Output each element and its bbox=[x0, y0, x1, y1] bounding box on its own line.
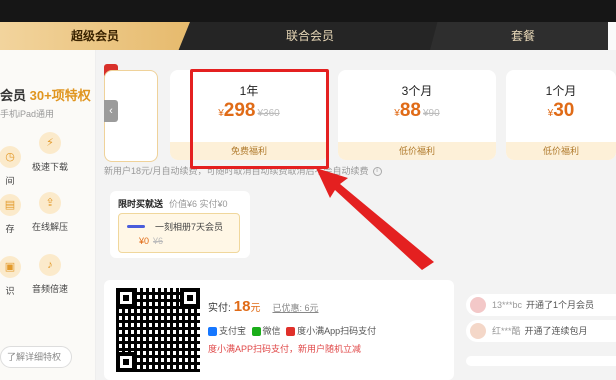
wechat-icon bbox=[251, 327, 261, 337]
plan-tag: 低价福利 bbox=[338, 142, 496, 160]
gift-promo: 限时买就送 价值¥6 实付¥0 一刻相册7天会员 ¥0 ¥6 bbox=[110, 191, 250, 258]
feed-user: 13***bc bbox=[492, 300, 523, 310]
plan-card-1-month[interactable]: 1个月 ¥30 低价福利 bbox=[506, 70, 616, 160]
window-top-bar bbox=[0, 0, 616, 22]
annotation-highlight-box bbox=[190, 69, 329, 169]
avatar bbox=[470, 323, 486, 339]
carousel-prev-button[interactable]: ‹ bbox=[104, 100, 118, 122]
photo-album-icon bbox=[127, 225, 145, 228]
feed-item: 红***酷 开通了连续包月 bbox=[466, 320, 616, 342]
avatar bbox=[470, 297, 486, 313]
sidebar-title-highlight: 30+项特权 bbox=[29, 88, 91, 103]
promo-meta: 价值¥6 实付¥0 bbox=[169, 199, 228, 209]
feature-label: 音频倍速 bbox=[31, 284, 68, 294]
clock-icon: ◷ bbox=[0, 146, 21, 168]
sidebar-subtitle: 手机iPad通用 bbox=[0, 109, 55, 119]
unzip-icon: ⇪ bbox=[39, 192, 61, 214]
payment-qr-code bbox=[116, 288, 200, 372]
sidebar-title: 会员 30+项特权 bbox=[0, 85, 91, 104]
promo-title: 限时买就送 bbox=[118, 199, 164, 209]
feature-item: ⇪ 在线解压 bbox=[26, 192, 74, 233]
plan-tag: 低价福利 bbox=[506, 142, 616, 160]
price-original: ¥90 bbox=[423, 108, 440, 119]
feed-action: 开通了连续包月 bbox=[524, 326, 588, 336]
payment-discount[interactable]: 已优惠: 6元 bbox=[272, 303, 318, 313]
gift-price-now: ¥0 bbox=[139, 236, 150, 246]
plan-panel: ‹ 1年 ¥298 ¥360 免费福利 3个月 ¥88 ¥90 低价福利 1个月 ¥… bbox=[104, 58, 616, 380]
payment-box: 实付: 18元 已优惠: 6元 支付宝 微信 度小满App扫码支付 度小满APP扫码… bbox=[104, 280, 454, 380]
payment-value: 18 bbox=[233, 298, 251, 315]
tab-joint-member[interactable]: 联合会员 bbox=[210, 22, 410, 50]
sidebar-title-prefix: 会员 bbox=[0, 88, 27, 103]
plan-price: ¥88 ¥90 bbox=[338, 100, 496, 122]
payment-method: 支付宝 bbox=[219, 326, 247, 336]
feature-label: 极速下载 bbox=[31, 162, 68, 172]
feed-item bbox=[466, 356, 616, 366]
tab-package[interactable]: 套餐 bbox=[430, 22, 616, 50]
payment-methods: 支付宝 微信 度小满App扫码支付 bbox=[208, 324, 376, 337]
payment-label: 实付: bbox=[208, 303, 231, 314]
window-edge bbox=[608, 22, 616, 50]
qr-finder bbox=[116, 288, 136, 308]
privilege-details-link[interactable]: 了解详细特权 bbox=[0, 346, 72, 368]
gift-name: 一刻相册7天会员 bbox=[155, 222, 224, 232]
feature-label: 间 bbox=[5, 176, 15, 186]
alipay-icon bbox=[208, 327, 217, 337]
promo-header: 限时买就送 价值¥6 实付¥0 bbox=[118, 197, 228, 210]
audio-speed-icon: ♪ bbox=[39, 254, 61, 276]
lightning-icon: ⚡ bbox=[39, 132, 61, 154]
feature-label: 在线解压 bbox=[31, 222, 68, 232]
price-amount: 30 bbox=[553, 100, 575, 121]
qr-finder bbox=[180, 288, 200, 308]
payment-unit: 元 bbox=[250, 303, 261, 314]
qr-finder bbox=[116, 352, 136, 372]
storage-icon: ▤ bbox=[0, 194, 21, 216]
feature-item: ♪ 音频倍速 bbox=[26, 254, 74, 295]
info-icon[interactable]: i bbox=[372, 167, 382, 177]
duxiaoman-icon bbox=[286, 327, 296, 337]
tab-super-member[interactable]: 超级会员 bbox=[0, 22, 190, 50]
scan-icon: ▣ bbox=[0, 256, 21, 278]
gift-price: ¥0 ¥6 bbox=[139, 236, 163, 246]
plan-period: 3个月 bbox=[401, 84, 433, 98]
feature-item: ⚡ 极速下载 bbox=[26, 132, 74, 173]
payment-method: 微信 bbox=[262, 326, 281, 336]
gift-item[interactable]: 一刻相册7天会员 ¥0 ¥6 bbox=[118, 213, 240, 253]
plan-price: ¥30 bbox=[506, 100, 616, 122]
membership-tabs: 超级会员 联合会员 套餐 bbox=[0, 22, 616, 50]
feed-action: 开通了1个月会员 bbox=[526, 300, 595, 310]
payment-method: 度小满App扫码支付 bbox=[297, 326, 377, 336]
price-amount: 88 bbox=[399, 100, 421, 121]
feed-user: 红***酷 bbox=[492, 326, 521, 336]
plan-card-3-months[interactable]: 3个月 ¥88 ¥90 低价福利 bbox=[338, 70, 496, 160]
plan-period: 1个月 bbox=[545, 84, 577, 98]
gift-price-original: ¥6 bbox=[153, 236, 164, 246]
privilege-sidebar: 会员 30+项特权 手机iPad通用 ◷ 间 ⚡ 极速下载 ▤ 存 ⇪ 在线解压… bbox=[0, 50, 96, 380]
payment-note: 度小满APP扫码支付，新用户随机立减 bbox=[208, 344, 362, 354]
feed-item: 13***bc 开通了1个月会员 bbox=[466, 294, 616, 316]
payment-amount: 实付: 18元 已优惠: 6元 bbox=[208, 298, 318, 315]
